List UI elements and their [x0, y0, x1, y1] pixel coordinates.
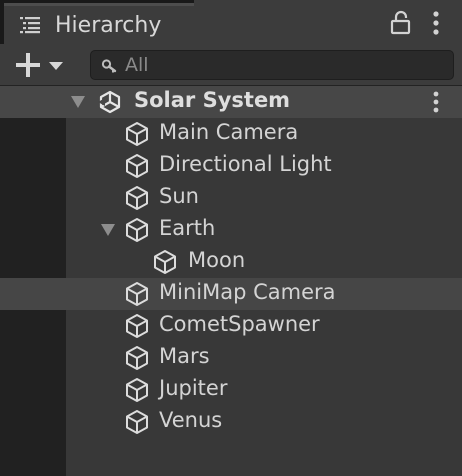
item-label: Earth [159, 216, 216, 240]
tab-hierarchy[interactable]: Hierarchy [4, 3, 194, 44]
hierarchy-item-cometspawner[interactable]: CometSpawner [0, 310, 462, 342]
gameobject-cube-icon [126, 122, 148, 146]
gameobject-cube-icon [154, 250, 176, 274]
hierarchy-item-minimap-camera[interactable]: MiniMap Camera [0, 278, 462, 310]
item-label: Jupiter [159, 376, 228, 400]
hierarchy-window: Hierarchy All Solar System Main Camera D… [0, 0, 462, 476]
scene-menu-icon[interactable] [428, 90, 444, 114]
gameobject-cube-icon [126, 218, 148, 242]
item-label: Venus [159, 408, 223, 432]
gameobject-cube-icon [126, 314, 148, 338]
hierarchy-item-main-camera[interactable]: Main Camera [0, 118, 462, 150]
search-icon [101, 59, 117, 73]
hierarchy-item-venus[interactable]: Venus [0, 406, 462, 438]
item-label: CometSpawner [159, 312, 320, 336]
search-field[interactable] [90, 50, 454, 80]
tab-bar-fill [194, 0, 462, 44]
unity-logo-icon [98, 90, 121, 114]
hierarchy-item-jupiter[interactable]: Jupiter [0, 374, 462, 406]
search-input[interactable] [125, 53, 445, 77]
item-label: Moon [188, 248, 246, 272]
hierarchy-item-earth[interactable]: Earth [0, 214, 462, 246]
item-label: Directional Light [159, 152, 332, 176]
toolbar [0, 44, 462, 86]
item-label: Sun [159, 184, 199, 208]
hierarchy-item-moon[interactable]: Moon [0, 246, 462, 278]
item-label: MiniMap Camera [159, 280, 336, 304]
item-label: Main Camera [159, 120, 299, 144]
scene-name: Solar System [134, 88, 291, 112]
foldout-expanded-icon[interactable] [70, 95, 86, 109]
gameobject-cube-icon [126, 410, 148, 434]
scene-row[interactable]: Solar System [0, 86, 462, 118]
gameobject-cube-icon [126, 186, 148, 210]
hierarchy-tree: Solar System Main Camera Directional Lig… [0, 86, 462, 476]
hierarchy-item-directional-light[interactable]: Directional Light [0, 150, 462, 182]
tab-bar: Hierarchy [0, 0, 462, 44]
hierarchy-item-mars[interactable]: Mars [0, 342, 462, 374]
hierarchy-item-sun[interactable]: Sun [0, 182, 462, 214]
lock-icon[interactable] [388, 10, 414, 36]
hierarchy-list-icon [20, 17, 40, 34]
foldout-expanded-icon[interactable] [100, 223, 116, 237]
plus-dropdown-icon[interactable] [12, 51, 70, 79]
gameobject-cube-icon [126, 282, 148, 306]
gameobject-cube-icon [126, 378, 148, 402]
gameobject-cube-icon [126, 154, 148, 178]
kebab-menu-icon[interactable] [426, 10, 446, 36]
tab-title: Hierarchy [55, 13, 162, 38]
gameobject-cube-icon [126, 346, 148, 370]
item-label: Mars [159, 344, 210, 368]
